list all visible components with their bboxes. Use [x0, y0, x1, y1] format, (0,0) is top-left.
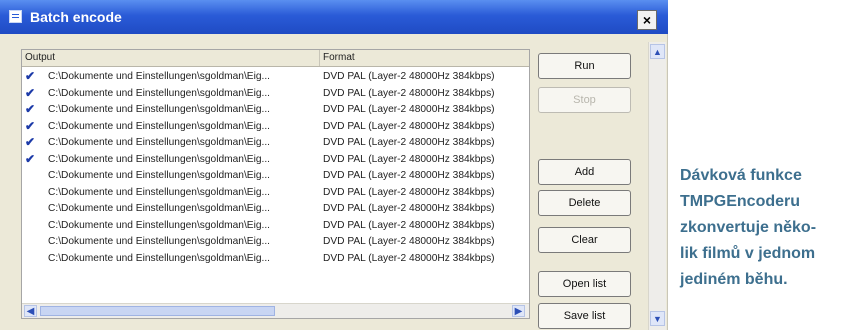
row-output-path: C:\Dokumente und Einstellungen\sgoldman\… — [48, 170, 270, 181]
row-output-path: C:\Dokumente und Einstellungen\sgoldman\… — [48, 71, 270, 82]
save-list-button[interactable]: Save list — [538, 303, 631, 329]
open-list-button[interactable]: Open list — [538, 271, 631, 297]
caption-line: zkonvertuje něko- — [680, 219, 817, 236]
window-title: Batch encode — [30, 9, 122, 25]
table-row[interactable]: C:\Dokumente und Einstellungen\sgoldman\… — [22, 233, 529, 250]
list-header: Output Format — [22, 50, 529, 67]
caption-line: Dávková funkce — [680, 167, 802, 184]
row-format: DVD PAL (Layer-2 48000Hz 384kbps) — [323, 186, 495, 198]
row-output-path: C:\Dokumente und Einstellungen\sgoldman\… — [48, 120, 270, 132]
add-button[interactable]: Add — [538, 159, 631, 185]
run-button[interactable]: Run — [538, 53, 631, 79]
check-icon[interactable]: ✔ — [25, 101, 39, 118]
batch-encode-window: Batch encode × Output Format ✔ C:\Dokumen… — [0, 0, 668, 330]
row-output-path: C:\Dokumente und Einstellungen\sgoldman\… — [48, 203, 270, 214]
check-icon[interactable]: ✔ — [25, 85, 39, 102]
table-row[interactable]: ✔ C:\Dokumente und Einstellungen\sgoldman… — [22, 68, 529, 85]
horizontal-scrollbar[interactable]: ◀ ▶ — [22, 303, 529, 318]
table-row[interactable]: ✔ C:\Dokumente und Einstellungen\sgoldman… — [22, 134, 529, 151]
clear-button[interactable]: Clear — [538, 227, 631, 253]
row-output-path: C:\Dokumente und Einstellungen\sgoldman\… — [48, 252, 270, 264]
row-format: DVD PAL (Layer-2 48000Hz 384kbps) — [323, 219, 495, 231]
row-output-path: C:\Dokumente und Einstellungen\sgoldman\… — [48, 87, 270, 99]
table-row[interactable]: C:\Dokumente und Einstellungen\sgoldman\… — [22, 167, 529, 184]
row-format: DVD PAL (Layer-2 48000Hz 384kbps) — [323, 87, 495, 99]
check-icon[interactable]: ✔ — [25, 68, 39, 85]
caption-line: lik filmů v jednom — [680, 245, 816, 262]
caption-line: TMPGEncoderu — [680, 193, 801, 210]
row-format: DVD PAL (Layer-2 48000Hz 384kbps) — [323, 153, 495, 165]
column-header-output[interactable]: Output — [22, 50, 320, 66]
scroll-left-icon[interactable]: ◀ — [24, 305, 37, 317]
delete-button[interactable]: Delete — [538, 190, 631, 216]
check-icon[interactable]: ✔ — [25, 118, 39, 135]
close-button[interactable]: × — [637, 10, 657, 30]
row-format: DVD PAL (Layer-2 48000Hz 384kbps) — [323, 236, 495, 247]
article-caption: Dávková funkce TMPGEncoderu zkonvertuje … — [680, 163, 848, 293]
window-app-icon — [9, 10, 22, 23]
row-format: DVD PAL (Layer-2 48000Hz 384kbps) — [323, 170, 495, 181]
row-format: DVD PAL (Layer-2 48000Hz 384kbps) — [323, 104, 495, 115]
table-row[interactable]: C:\Dokumente und Einstellungen\sgoldman\… — [22, 217, 529, 234]
row-output-path: C:\Dokumente und Einstellungen\sgoldman\… — [48, 236, 270, 247]
table-row[interactable]: ✔ C:\Dokumente und Einstellungen\sgoldman… — [22, 151, 529, 168]
table-row[interactable]: C:\Dokumente und Einstellungen\sgoldman\… — [22, 200, 529, 217]
scroll-down-icon[interactable]: ▼ — [650, 311, 665, 326]
row-format: DVD PAL (Layer-2 48000Hz 384kbps) — [323, 137, 495, 148]
table-row[interactable]: ✔ C:\Dokumente und Einstellungen\sgoldman… — [22, 85, 529, 102]
batch-list[interactable]: Output Format ✔ C:\Dokumente und Einstell… — [21, 49, 530, 319]
table-row[interactable]: ✔ C:\Dokumente und Einstellungen\sgoldman… — [22, 101, 529, 118]
row-output-path: C:\Dokumente und Einstellungen\sgoldman\… — [48, 219, 270, 231]
row-format: DVD PAL (Layer-2 48000Hz 384kbps) — [323, 252, 495, 264]
scroll-up-icon[interactable]: ▲ — [650, 44, 665, 59]
row-output-path: C:\Dokumente und Einstellungen\sgoldman\… — [48, 104, 270, 115]
table-row[interactable]: ✔ C:\Dokumente und Einstellungen\sgoldman… — [22, 118, 529, 135]
scroll-right-icon[interactable]: ▶ — [512, 305, 525, 317]
table-row[interactable]: C:\Dokumente und Einstellungen\sgoldman\… — [22, 184, 529, 201]
row-format: DVD PAL (Layer-2 48000Hz 384kbps) — [323, 203, 495, 214]
check-icon[interactable]: ✔ — [25, 151, 39, 168]
row-format: DVD PAL (Layer-2 48000Hz 384kbps) — [323, 71, 495, 82]
row-output-path: C:\Dokumente und Einstellungen\sgoldman\… — [48, 153, 270, 165]
row-format: DVD PAL (Layer-2 48000Hz 384kbps) — [323, 120, 495, 132]
check-icon[interactable]: ✔ — [25, 134, 39, 151]
column-header-format[interactable]: Format — [320, 50, 529, 66]
horizontal-scroll-thumb[interactable] — [40, 306, 275, 316]
table-row[interactable]: C:\Dokumente und Einstellungen\sgoldman\… — [22, 250, 529, 267]
stop-button: Stop — [538, 87, 631, 113]
vertical-scrollbar[interactable]: ▲ ▼ — [648, 42, 666, 330]
titlebar[interactable]: Batch encode × — [0, 0, 668, 34]
row-output-path: C:\Dokumente und Einstellungen\sgoldman\… — [48, 186, 270, 198]
row-output-path: C:\Dokumente und Einstellungen\sgoldman\… — [48, 137, 270, 148]
caption-line: jediném běhu. — [680, 271, 788, 288]
